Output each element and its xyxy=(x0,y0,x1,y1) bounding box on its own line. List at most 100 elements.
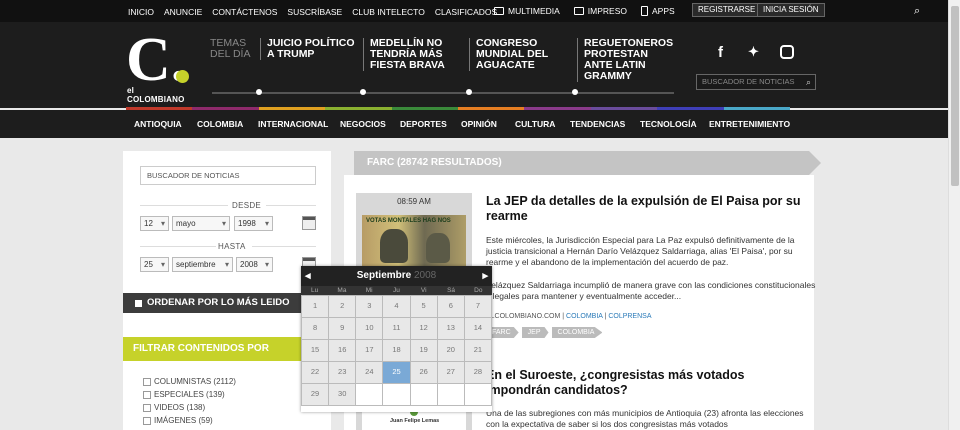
day-cell[interactable]: 30 xyxy=(329,384,356,405)
article-thumbnail[interactable]: 08:59 AM VOTAS MONTALES HAG NOS xyxy=(356,193,472,275)
search-icon[interactable]: ⌕ xyxy=(806,75,811,89)
day-cell[interactable]: 20 xyxy=(437,340,464,361)
cat-tendencias[interactable]: TENDENCIAS xyxy=(570,119,640,129)
checkbox[interactable] xyxy=(143,377,151,386)
login-button[interactable]: INICIA SESIÓN xyxy=(757,3,825,17)
day-cell[interactable]: 12 xyxy=(410,318,437,339)
checkbox[interactable] xyxy=(143,416,151,425)
top-nav-suscribase[interactable]: SUSCRÍBASE xyxy=(287,7,342,17)
tag-colombia[interactable]: COLOMBIA xyxy=(551,327,603,338)
weekday-label: Ma xyxy=(337,287,347,294)
day-cell[interactable]: 15 xyxy=(302,340,329,361)
day-cell[interactable]: 9 xyxy=(329,318,356,339)
calendar-icon[interactable] xyxy=(302,216,316,230)
scrollbar-thumb[interactable] xyxy=(951,6,959,186)
day-cell[interactable]: 10 xyxy=(356,318,383,339)
checkbox-columnistas[interactable]: COLUMNISTAS (2112) xyxy=(143,377,236,386)
day-cell[interactable]: 3 xyxy=(356,296,383,317)
day-cell[interactable]: 8 xyxy=(302,318,329,339)
article-agency[interactable]: COLPRENSA xyxy=(608,313,651,320)
article-title[interactable]: La JEP da detalles de la expulsión de El… xyxy=(486,194,806,224)
checkbox[interactable] xyxy=(143,403,151,412)
multimedia-link[interactable]: MULTIMEDIA xyxy=(494,6,560,16)
day-cell[interactable]: 29 xyxy=(302,384,329,405)
checkbox-especiales[interactable]: ESPECIALES (139) xyxy=(143,390,225,399)
results-header: FARC (28742 RESULTADOS) xyxy=(354,151,821,175)
day-cell[interactable]: 1 xyxy=(302,296,329,317)
top-nav-inicio[interactable]: INICIO xyxy=(128,7,154,17)
day-cell[interactable]: 22 xyxy=(302,362,329,383)
twitter-icon[interactable]: ✦ xyxy=(748,44,759,60)
day-cell[interactable]: 13 xyxy=(437,318,464,339)
register-button[interactable]: REGISTRARSE xyxy=(692,3,762,17)
scrollbar[interactable] xyxy=(948,0,960,430)
day-cell[interactable]: 24 xyxy=(356,362,383,383)
cat-tecnologia[interactable]: TECNOLOGÍA xyxy=(640,119,709,129)
article-title[interactable]: En el Suroeste, ¿congresistas más votado… xyxy=(486,368,806,398)
top-nav-anuncie[interactable]: ANUNCIE xyxy=(164,7,202,17)
day-cell[interactable]: 27 xyxy=(437,362,464,383)
divider xyxy=(140,205,228,206)
day-grid: 1 2 3 4 5 6 7 8 9 10 11 12 13 14 15 16 17 18 19 20 21 22 23 24 2… xyxy=(301,295,492,406)
day-cell[interactable]: 23 xyxy=(329,362,356,383)
topic-trump[interactable]: JUICIO POLÍTICO A TRUMP xyxy=(260,38,356,60)
checkbox-imagenes[interactable]: IMÁGENES (59) xyxy=(143,416,213,425)
weekday-label: Ju xyxy=(393,287,400,294)
desde-month-select[interactable]: mayo xyxy=(172,216,230,231)
cat-antioquia[interactable]: ANTIOQUIA xyxy=(134,119,197,129)
divider xyxy=(252,246,316,247)
top-nav-club-intelecto[interactable]: CLUB INTELECTO xyxy=(352,7,425,17)
cat-opinion[interactable]: OPINIÓN xyxy=(461,119,515,129)
day-cell[interactable]: 5 xyxy=(410,296,437,317)
day-cell[interactable]: 28 xyxy=(464,362,491,383)
topic-reguetoneros[interactable]: REGUETONEROS PROTESTAN ANTE LATIN GRAMMY xyxy=(577,38,673,82)
day-cell[interactable]: 4 xyxy=(383,296,410,317)
day-cell[interactable]: 7 xyxy=(464,296,491,317)
checkbox[interactable] xyxy=(143,390,151,399)
day-cell[interactable]: 14 xyxy=(464,318,491,339)
topic-fiesta-brava[interactable]: MEDELLÍN NO TENDRÍA MÁS FIESTA BRAVA xyxy=(363,38,455,71)
tag-jep[interactable]: JEP xyxy=(521,327,549,338)
day-cell[interactable]: 6 xyxy=(437,296,464,317)
top-nav-clasificados[interactable]: CLASIFICADOS xyxy=(435,7,497,17)
cat-negocios[interactable]: NEGOCIOS xyxy=(340,119,400,129)
day-cell[interactable]: 18 xyxy=(383,340,410,361)
article-image[interactable]: VOTAS MONTALES HAG NOS xyxy=(362,215,466,273)
day-cell[interactable]: 17 xyxy=(356,340,383,361)
prev-month-icon[interactable]: ◂ xyxy=(305,266,311,286)
cat-entretenimiento[interactable]: ENTRETENIMIENTO xyxy=(709,119,790,129)
header-search-input[interactable]: BUSCADOR DE NOTICIAS ⌕ xyxy=(696,74,816,90)
cat-colombia[interactable]: COLOMBIA xyxy=(197,119,258,129)
search-icon[interactable]: ⌕ xyxy=(914,5,920,18)
news-search-input[interactable]: BUSCADOR DE NOTICIAS xyxy=(140,166,316,185)
day-cell[interactable]: 26 xyxy=(410,362,437,383)
hasta-day-select[interactable]: 25 xyxy=(140,257,169,272)
topic-aguacate[interactable]: CONGRESO MUNDIAL DEL AGUACATE xyxy=(469,38,559,71)
next-month-icon[interactable]: ▸ xyxy=(482,266,488,286)
cat-cultura[interactable]: CULTURA xyxy=(515,119,570,129)
day-cell[interactable]: 21 xyxy=(464,340,491,361)
top-nav-contactenos[interactable]: CONTÁCTENOS xyxy=(212,7,277,17)
day-cell[interactable]: 2 xyxy=(329,296,356,317)
day-cell[interactable]: 16 xyxy=(329,340,356,361)
apps-link[interactable]: APPS xyxy=(641,6,675,16)
impreso-link[interactable]: IMPRESO xyxy=(573,6,627,16)
order-by-most-read-button[interactable]: ORDENAR POR LO MÁS LEIDO xyxy=(123,293,331,313)
hasta-year-select[interactable]: 2008 xyxy=(236,257,273,272)
desde-day-select[interactable]: 12 xyxy=(140,216,169,231)
day-cell[interactable]: 25 xyxy=(383,362,410,383)
hasta-month-select[interactable]: septiembre xyxy=(172,257,233,272)
site-logo[interactable]: C. el COLOMBIANO xyxy=(126,29,192,104)
desde-year-select[interactable]: 1998 xyxy=(234,216,273,231)
facebook-icon[interactable]: f xyxy=(718,44,723,61)
date-picker-year: 2008 xyxy=(414,270,437,281)
checkbox-videos[interactable]: VIDEOS (138) xyxy=(143,403,205,412)
article-section[interactable]: COLOMBIA xyxy=(566,313,603,320)
day-cell[interactable]: 19 xyxy=(410,340,437,361)
article-source[interactable]: ELCOLOMBIANO.COM xyxy=(486,313,560,320)
cat-deportes[interactable]: DEPORTES xyxy=(400,119,461,129)
person-figure xyxy=(426,233,450,263)
instagram-icon[interactable] xyxy=(780,45,794,59)
cat-internacional[interactable]: INTERNACIONAL xyxy=(258,119,340,129)
day-cell[interactable]: 11 xyxy=(383,318,410,339)
